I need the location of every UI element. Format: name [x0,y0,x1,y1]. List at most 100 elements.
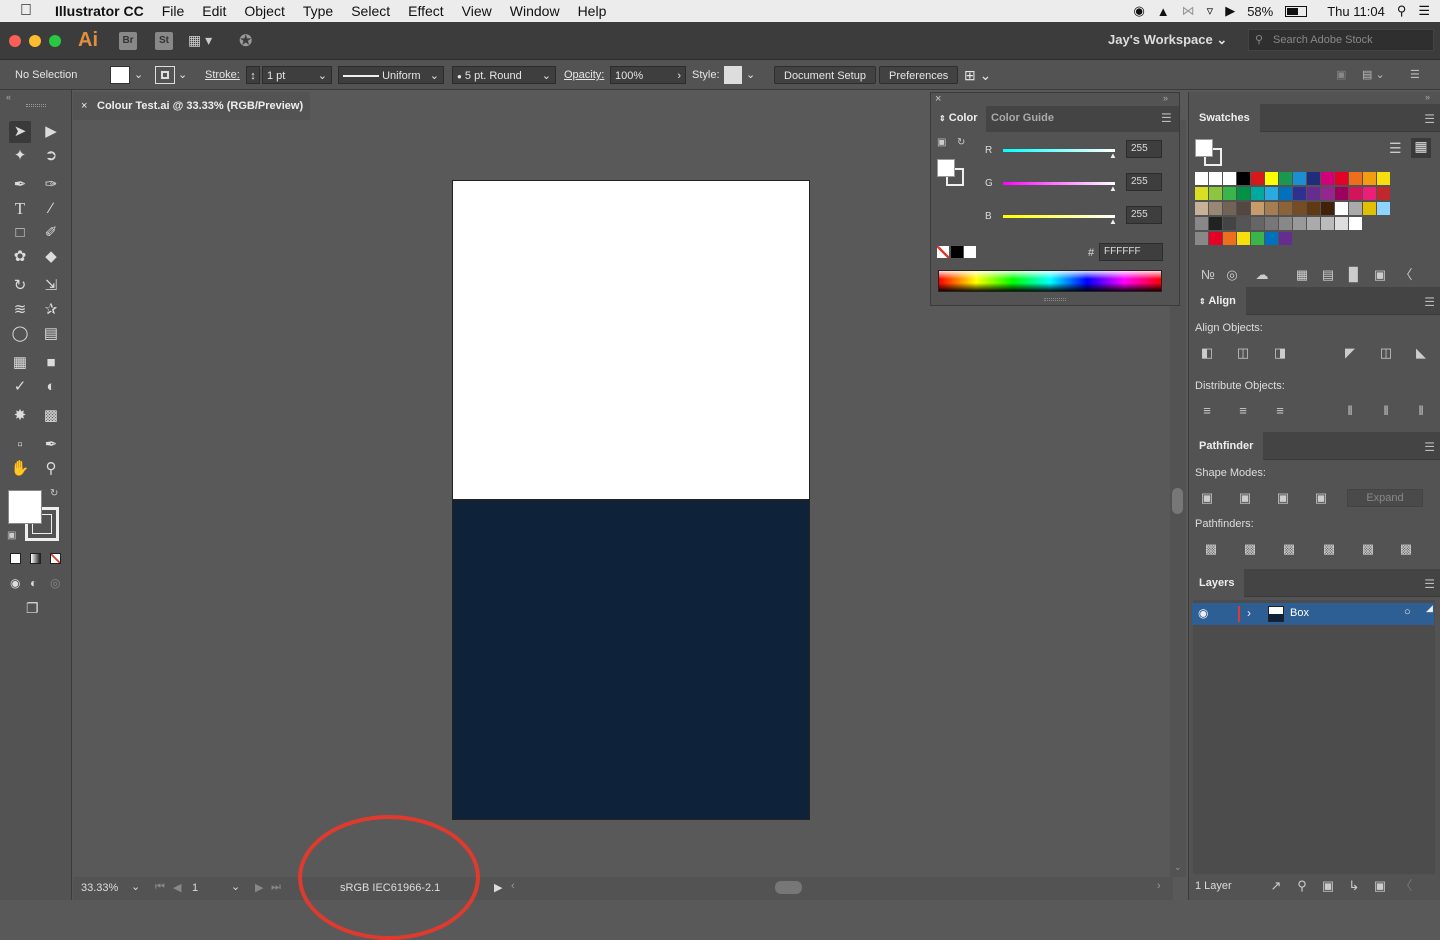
b-slider[interactable] [1003,215,1115,218]
swatch-chip[interactable] [1363,187,1376,200]
stock-button[interactable]: St [155,32,173,50]
swatches-title[interactable]: Swatches [1189,104,1260,132]
swatch-chip[interactable] [1237,217,1250,230]
swatch-chip[interactable] [1251,187,1264,200]
swatch-chip[interactable] [1209,232,1222,245]
swatch-chip[interactable] [1307,202,1320,215]
notification-center-icon[interactable]: ☰ [1418,3,1430,19]
swatch-chip[interactable] [1293,217,1306,230]
swatch-libraries-icon[interactable]: № [1199,267,1217,283]
new-swatch-icon[interactable]: ▣ [1371,267,1389,283]
menu-help[interactable]: Help [569,3,616,19]
mesh-tool-icon[interactable]: ▦ [9,352,31,374]
gpu-performance-icon[interactable]: ✪ [239,31,252,51]
vertical-distribute-top-icon[interactable]: ≡ [1198,403,1216,419]
zoom-window-button[interactable] [49,35,61,47]
r-value-field[interactable]: 255 [1126,140,1162,158]
apple-icon[interactable]:  [0,2,46,20]
fill-color-box[interactable] [8,490,42,524]
rectangle-tool-icon[interactable]: □ [9,222,31,244]
target-circle-icon[interactable]: ○ [1404,606,1411,618]
status-menu-arrow-icon[interactable]: ▶ [494,881,502,894]
layer-row[interactable]: ◉ › Box ○ ◢ [1192,603,1434,625]
swatch-chip[interactable] [1251,217,1264,230]
last-artboard-icon[interactable]: ⏭ [271,881,281,894]
draw-inside-icon[interactable]: ◎ [50,576,60,590]
lasso-tool-icon[interactable]: ➲ [40,145,62,167]
make-clipping-mask-icon[interactable]: ▣ [1319,878,1337,894]
swatch-chip[interactable] [1209,187,1222,200]
vertical-align-top-icon[interactable]: ◤ [1341,345,1359,361]
horizontal-align-center-icon[interactable]: ◫ [1234,345,1252,361]
battery-percent[interactable]: 58% [1247,4,1273,19]
locate-object-icon[interactable]: ⚲ [1293,878,1311,894]
swatch-chip[interactable] [1349,217,1362,230]
type-tool-icon[interactable]: T [9,198,31,220]
swatch-chip[interactable] [1195,187,1208,200]
close-panel-icon[interactable]: × [935,93,941,105]
panel-resize-grip[interactable] [1044,298,1066,301]
r-slider[interactable] [1003,149,1115,152]
swatch-chip[interactable] [1321,217,1334,230]
align-options-icon[interactable]: ▤ ⌄ [1362,66,1385,84]
none-mode-button[interactable] [50,553,61,564]
tab-color[interactable]: ⇕ Color [931,106,986,132]
isolate-group-icon[interactable]: ⊞ ⌄ [964,66,991,84]
swatch-chip[interactable] [1279,217,1292,230]
fill-dropdown-chevron-icon[interactable]: ⌄ [134,66,143,84]
swatches-fill-indicator[interactable] [1195,139,1213,157]
white-color-chip[interactable] [964,246,976,258]
swatch-chip[interactable] [1335,172,1348,185]
horizontal-distribute-center-icon[interactable]: ‖ [1377,403,1395,419]
g-slider-thumb[interactable]: ▲ [1109,184,1117,193]
fill-stroke-mini-swatch[interactable] [937,159,955,177]
swatch-chip[interactable] [1237,202,1250,215]
swatch-chip[interactable] [1251,172,1264,185]
swatch-chip[interactable] [1195,202,1208,215]
menu-object[interactable]: Object [235,3,293,19]
change-screen-mode-icon[interactable]: ❐ [26,600,39,617]
default-fill-stroke-icon[interactable]: ▣ [7,530,16,541]
bluetooth-icon[interactable]: ⋈ [1182,3,1195,19]
curvature-tool-icon[interactable]: ✑ [40,174,62,196]
swatch-chip[interactable] [1349,202,1362,215]
creative-cloud-icon[interactable]: ◉ [1133,3,1144,19]
vertical-align-bottom-icon[interactable]: ◣ [1412,345,1430,361]
create-sublayer-icon[interactable]: ↳ [1345,878,1363,894]
puppet-warp-tool-icon[interactable]: ✰ [40,299,62,321]
default-colors-icon[interactable]: ▣ [937,137,946,148]
none-color-chip[interactable] [937,246,949,258]
scroll-left-arrow-icon[interactable]: ‹ [511,880,515,892]
expand-button[interactable]: Expand [1347,489,1423,507]
swatch-chip[interactable] [1335,202,1348,215]
swatch-chip[interactable] [1321,172,1334,185]
swatch-chip[interactable] [1363,172,1376,185]
first-artboard-icon[interactable]: ⏮ [155,881,165,894]
vertical-distribute-center-icon[interactable]: ≡ [1234,403,1252,419]
swatch-chip[interactable] [1363,202,1376,215]
volume-icon[interactable]: ▶ [1225,3,1235,19]
swatch-chip[interactable] [1237,187,1250,200]
battery-icon[interactable] [1285,5,1308,17]
scale-tool-icon[interactable]: ⇲ [40,275,62,297]
document-tab[interactable]: × Colour Test.ai @ 33.33% (RGB/Preview) [73,92,310,120]
wifi-icon[interactable]: ▿ [1207,3,1214,19]
clock[interactable]: Thu 11:04 [1327,4,1385,19]
vertical-distribute-bottom-icon[interactable]: ≡ [1271,403,1289,419]
swatch-chip[interactable] [1279,232,1292,245]
graphic-style-swatch[interactable] [724,66,742,84]
swatch-chip[interactable] [1265,172,1278,185]
artboard-tool-icon[interactable]: ▫ [9,434,31,456]
merge-icon[interactable]: ▩ [1280,541,1298,557]
artboard-white-area[interactable] [452,180,810,500]
menu-effect[interactable]: Effect [399,3,453,19]
swatch-chip[interactable] [1265,187,1278,200]
horizontal-scroll-thumb[interactable] [775,881,802,894]
align-title[interactable]: ⇕ Align [1189,287,1246,315]
preferences-button[interactable]: Preferences [879,66,959,84]
bridge-button[interactable]: Br [119,32,137,50]
scroll-right-arrow-icon[interactable]: › [1157,880,1161,892]
horizontal-align-left-icon[interactable]: ◧ [1198,345,1216,361]
swatch-chip[interactable] [1265,232,1278,245]
swatch-chip[interactable] [1377,172,1390,185]
